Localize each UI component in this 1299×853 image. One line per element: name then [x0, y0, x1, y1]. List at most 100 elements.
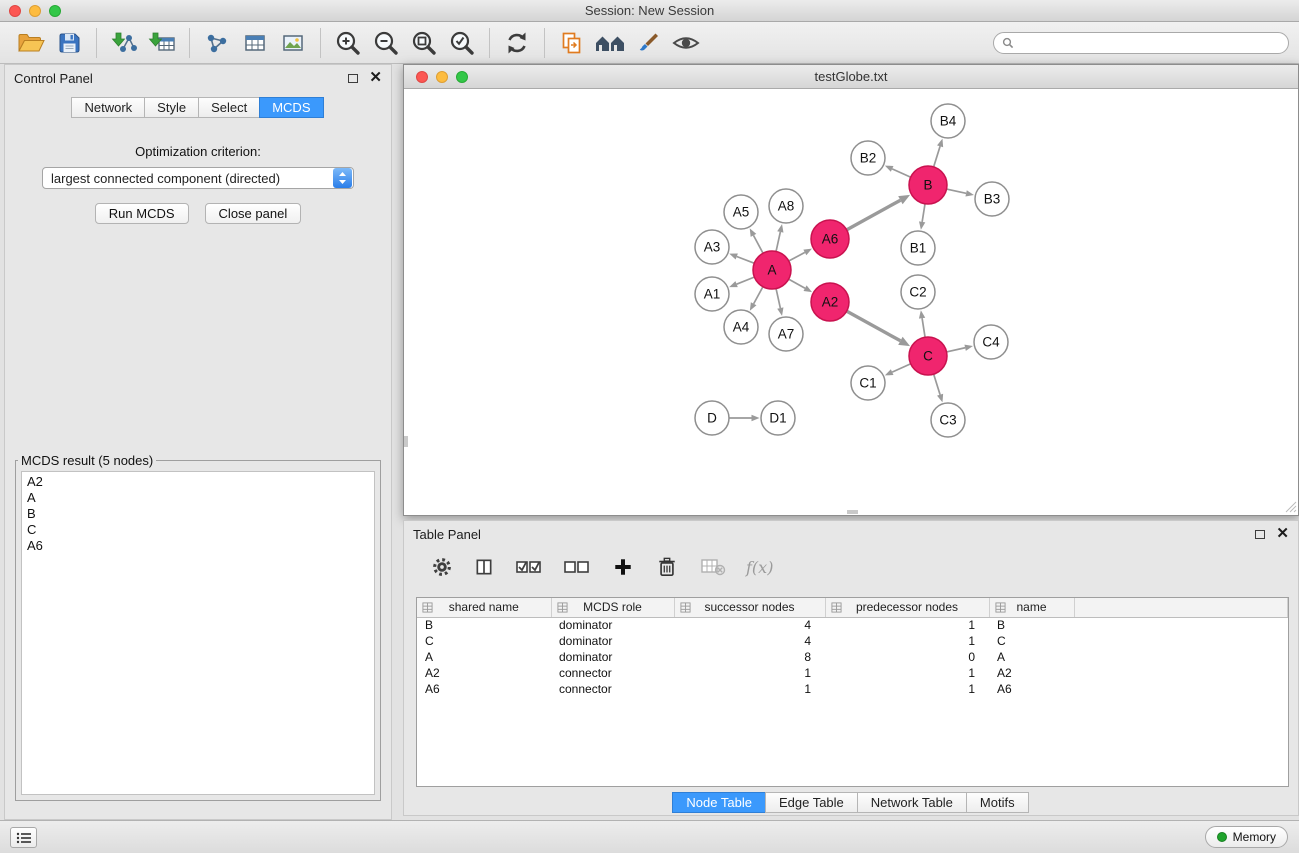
graph-edge-A-A6[interactable]: [789, 252, 805, 260]
close-panel-button[interactable]: Close panel: [205, 203, 302, 224]
graph-edge-B-B2[interactable]: [892, 169, 910, 177]
tab-select[interactable]: Select: [198, 97, 260, 118]
style-brush-button[interactable]: [629, 26, 667, 60]
refresh-button[interactable]: [498, 26, 536, 60]
network-close-button[interactable]: [416, 71, 428, 83]
column-selector-button[interactable]: [472, 550, 496, 584]
open-session-button[interactable]: [12, 26, 50, 60]
add-column-button[interactable]: [610, 550, 636, 584]
table-cell[interactable]: A: [417, 649, 551, 665]
tab-network[interactable]: Network: [71, 97, 145, 118]
table-cell[interactable]: dominator: [551, 633, 674, 649]
table-cell[interactable]: dominator: [551, 617, 674, 633]
table-cell[interactable]: A2: [417, 665, 551, 681]
table-row[interactable]: A6connector11A6: [417, 681, 1288, 697]
tab-edge-table[interactable]: Edge Table: [765, 792, 858, 813]
select-all-button[interactable]: [514, 550, 544, 584]
close-panel-icon[interactable]: ✕: [369, 72, 382, 84]
graph-edge-A-A2[interactable]: [789, 279, 805, 288]
import-table-button[interactable]: [143, 26, 181, 60]
zoom-out-button[interactable]: [367, 26, 405, 60]
new-network-button[interactable]: [198, 26, 236, 60]
vertical-scroll-hint[interactable]: [404, 436, 408, 447]
table-cell[interactable]: C: [989, 633, 1074, 649]
search-input[interactable]: [1019, 34, 1288, 52]
table-cell[interactable]: 1: [825, 665, 989, 681]
table-cell[interactable]: 8: [674, 649, 825, 665]
zoom-window-button[interactable]: [49, 5, 61, 17]
network-window-titlebar[interactable]: testGlobe.txt: [404, 65, 1298, 89]
table-cell[interactable]: B: [989, 617, 1074, 633]
dropdown-stepper[interactable]: [333, 168, 352, 188]
table-settings-button[interactable]: [430, 550, 454, 584]
table-cell[interactable]: 1: [825, 633, 989, 649]
tab-mcds[interactable]: MCDS: [259, 97, 323, 118]
network-minimize-button[interactable]: [436, 71, 448, 83]
column-header-shared-name[interactable]: shared name: [417, 598, 551, 617]
table-cell[interactable]: 1: [674, 665, 825, 681]
zoom-selected-button[interactable]: [443, 26, 481, 60]
function-builder-button[interactable]: f(x): [746, 558, 773, 577]
new-table-button[interactable]: [236, 26, 274, 60]
close-window-button[interactable]: [9, 5, 21, 17]
table-row[interactable]: A2connector11A2: [417, 665, 1288, 681]
graph-edge-A-A5[interactable]: [753, 235, 762, 252]
graph-edge-A-A7[interactable]: [776, 289, 780, 308]
minimize-window-button[interactable]: [29, 5, 41, 17]
delete-table-button[interactable]: [698, 550, 728, 584]
table-cell[interactable]: 1: [825, 681, 989, 697]
duplicate-view-button[interactable]: [553, 26, 591, 60]
mcds-result-item[interactable]: A2: [27, 474, 369, 490]
table-cell[interactable]: 4: [674, 617, 825, 633]
table-cell[interactable]: C: [417, 633, 551, 649]
memory-button[interactable]: Memory: [1205, 826, 1288, 848]
table-cell[interactable]: 4: [674, 633, 825, 649]
table-cell[interactable]: A6: [417, 681, 551, 697]
table-row[interactable]: Adominator80A: [417, 649, 1288, 665]
graph-edge-A-A1[interactable]: [737, 277, 754, 284]
table-cell[interactable]: A: [989, 649, 1074, 665]
criterion-dropdown[interactable]: largest connected component (directed): [42, 167, 354, 189]
graph-edge-A6-B[interactable]: [847, 200, 900, 229]
mcds-result-item[interactable]: C: [27, 522, 369, 538]
import-network-button[interactable]: [105, 26, 143, 60]
delete-column-button[interactable]: [654, 550, 680, 584]
table-cell[interactable]: B: [417, 617, 551, 633]
table-row[interactable]: Cdominator41C: [417, 633, 1288, 649]
mcds-result-item[interactable]: A6: [27, 538, 369, 554]
network-canvas[interactable]: B4B2BB3A5A8A6A3B1AC2A1A2A4A7C4CC1DD1C3: [404, 89, 1298, 514]
table-cell[interactable]: 1: [825, 617, 989, 633]
zoom-fit-button[interactable]: [405, 26, 443, 60]
graph-edge-A-A4[interactable]: [754, 287, 763, 304]
graph-edge-B-B1[interactable]: [922, 204, 925, 222]
graph-edge-C-C2[interactable]: [922, 318, 925, 337]
show-panels-button[interactable]: [10, 827, 37, 848]
table-cell[interactable]: 0: [825, 649, 989, 665]
float-table-panel-icon[interactable]: [1255, 530, 1265, 539]
column-header-mcds-role[interactable]: MCDS role: [551, 598, 674, 617]
graph-edge-B-B3[interactable]: [947, 189, 966, 193]
column-header-successor-nodes[interactable]: successor nodes: [674, 598, 825, 617]
graph-edge-A2-C[interactable]: [847, 311, 900, 340]
graph-edge-C-C1[interactable]: [892, 364, 910, 372]
graph-edge-B-B4[interactable]: [934, 146, 940, 166]
table-cell[interactable]: A2: [989, 665, 1074, 681]
tab-node-table[interactable]: Node Table: [672, 792, 766, 813]
save-session-button[interactable]: [50, 26, 88, 60]
network-zoom-button[interactable]: [456, 71, 468, 83]
graph-edge-A-A8[interactable]: [776, 232, 780, 251]
column-header-predecessor-nodes[interactable]: predecessor nodes: [825, 598, 989, 617]
column-header-name[interactable]: name: [989, 598, 1074, 617]
graph-edge-C-C3[interactable]: [934, 375, 940, 395]
mcds-result-item[interactable]: B: [27, 506, 369, 522]
unselect-all-button[interactable]: [562, 550, 592, 584]
graph-edge-A-A3[interactable]: [737, 256, 754, 263]
float-panel-icon[interactable]: [348, 74, 358, 83]
mcds-result-item[interactable]: A: [27, 490, 369, 506]
table-cell[interactable]: dominator: [551, 649, 674, 665]
table-cell[interactable]: connector: [551, 681, 674, 697]
table-cell[interactable]: 1: [674, 681, 825, 697]
export-image-button[interactable]: [274, 26, 312, 60]
first-neighbors-button[interactable]: [591, 26, 629, 60]
close-table-panel-icon[interactable]: ✕: [1276, 528, 1289, 540]
